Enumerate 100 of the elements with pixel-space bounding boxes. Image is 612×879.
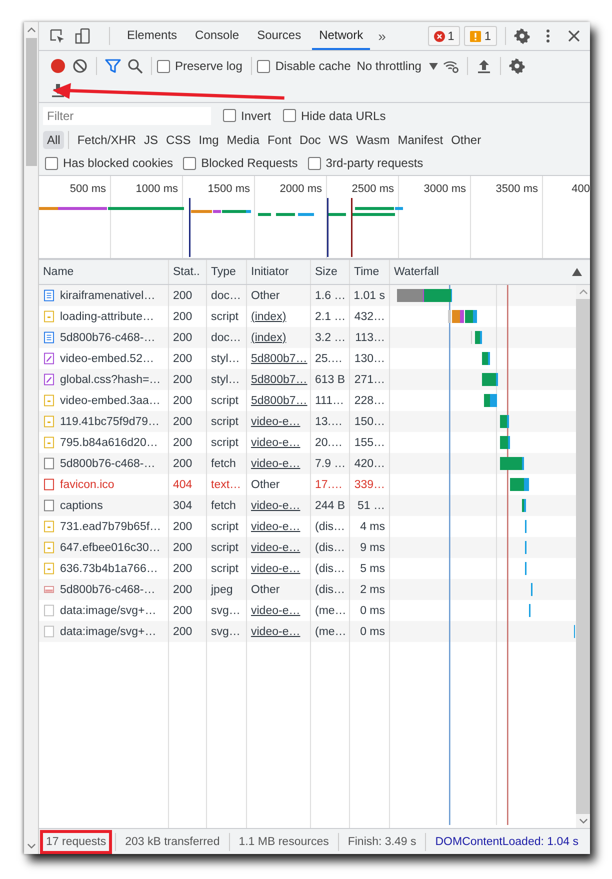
resource-type-filter[interactable]: Media <box>222 130 264 148</box>
panel-tab[interactable]: Sources <box>250 22 308 50</box>
request-name[interactable]: 795.b84a616d20… <box>60 436 158 448</box>
initiator-link[interactable]: 5d800b7… <box>251 394 308 406</box>
column-header[interactable]: Initiator <box>251 266 289 278</box>
size: 13.… <box>315 416 342 428</box>
sort-icon[interactable] <box>572 268 582 276</box>
request-name[interactable]: data:image/svg+… <box>60 604 156 616</box>
checkbox-label[interactable]: 3rd-party requests <box>326 156 424 170</box>
page-scrollbar[interactable] <box>24 22 39 854</box>
close-icon[interactable] <box>566 28 582 44</box>
resource-type-filter[interactable]: All <box>43 130 64 148</box>
request-name[interactable]: 636.73b4b1a766… <box>60 562 158 574</box>
record-icon[interactable] <box>50 58 66 74</box>
initiator-link[interactable]: video-e… <box>251 436 300 448</box>
resource-type-filter[interactable]: Font <box>263 130 296 148</box>
request-name[interactable]: 5d800b76-c468-… <box>60 584 156 596</box>
panel-tab[interactable]: Console <box>188 22 246 50</box>
error-count-button[interactable]: 1 <box>428 26 460 46</box>
dom-content-loaded-time: DOMContentLoaded: 1.04 s <box>434 834 580 850</box>
filter-field[interactable]: Filter <box>43 106 211 124</box>
status-code: 200 <box>173 562 192 574</box>
initiator-link[interactable]: video-e… <box>251 520 300 532</box>
checkbox-label[interactable]: Hide data URLs <box>301 108 386 122</box>
time: 150… <box>354 416 385 428</box>
request-name[interactable]: favicon.ico <box>60 478 114 490</box>
scrollbar-thumb[interactable] <box>26 38 36 166</box>
warning-count-button[interactable]: 1 <box>464 26 497 46</box>
checkbox-label[interactable]: Disable cache <box>275 59 351 73</box>
checkbox[interactable] <box>223 109 236 122</box>
scroll-up-icon[interactable] <box>578 289 588 295</box>
request-name[interactable]: captions <box>60 500 103 512</box>
resource-type-filter[interactable]: Fetch/XHR <box>73 130 140 148</box>
throttling-dropdown[interactable]: No throttling <box>354 59 440 73</box>
request-name[interactable]: global.css?hash=… <box>60 374 161 386</box>
request-name[interactable]: data:image/svg+… <box>60 626 156 638</box>
settings-icon[interactable] <box>509 58 526 74</box>
upload-icon[interactable] <box>476 58 492 74</box>
initiator-link[interactable]: video-e… <box>251 604 300 616</box>
checkbox-label[interactable]: Has blocked cookies <box>63 156 174 170</box>
scroll-down-icon[interactable] <box>26 843 36 849</box>
scroll-up-icon[interactable] <box>26 27 36 33</box>
status-code: 200 <box>173 626 192 638</box>
scroll-down-icon[interactable] <box>578 818 588 824</box>
settings-icon[interactable] <box>514 28 530 44</box>
initiator-link[interactable]: video-e… <box>251 458 300 470</box>
resource-type-filter[interactable]: JS <box>140 130 162 148</box>
stylesheet-icon <box>43 352 55 365</box>
panel-tab[interactable]: Elements <box>120 22 184 50</box>
checkbox-label[interactable]: Preserve log <box>175 59 242 73</box>
device-icon[interactable] <box>75 28 91 44</box>
inspect-icon[interactable] <box>49 28 65 44</box>
clear-icon[interactable] <box>72 58 88 74</box>
request-name[interactable]: 731.ead7b79b65f… <box>60 520 162 532</box>
filter-icon[interactable] <box>105 58 121 74</box>
search-icon[interactable] <box>127 58 143 74</box>
resource-type-filter[interactable]: Other <box>447 130 486 148</box>
initiator-link[interactable]: 5d800b7… <box>251 352 308 364</box>
request-name[interactable]: 647.efbee016c30… <box>60 542 160 554</box>
status-code: 200 <box>173 604 192 616</box>
request-name[interactable]: 119.41bc75f9d79… <box>60 416 160 428</box>
time-tick-label: 500 ms <box>70 183 106 195</box>
resource-type-filter[interactable]: WS <box>324 130 352 148</box>
initiator-link[interactable]: video-e… <box>251 500 300 512</box>
resource-type-filter[interactable]: Img <box>194 130 223 148</box>
checkbox[interactable] <box>45 156 58 170</box>
column-header[interactable]: Waterfall <box>394 266 439 278</box>
request-name[interactable]: video-embed.3aa… <box>60 394 160 406</box>
initiator-link[interactable]: video-e… <box>251 416 300 428</box>
checkbox-label[interactable]: Invert <box>241 108 272 122</box>
initiator-link[interactable]: video-e… <box>251 542 300 554</box>
request-name[interactable]: kiraiframenativel… <box>60 290 156 302</box>
request-name[interactable]: 5d800b76-c468-… <box>60 332 156 344</box>
checkbox[interactable] <box>257 60 270 72</box>
initiator-link[interactable]: video-e… <box>251 562 300 574</box>
initiator-link[interactable]: (index) <box>251 332 286 344</box>
request-name[interactable]: video-embed.52… <box>60 352 154 364</box>
resource-type-filter[interactable]: Manifest <box>394 130 448 148</box>
checkbox[interactable] <box>308 156 321 170</box>
resource-type-filter[interactable]: Doc <box>295 130 325 148</box>
checkbox[interactable] <box>157 60 170 72</box>
size: 613 B <box>315 374 346 386</box>
initiator-link[interactable]: 5d800b7… <box>251 374 308 386</box>
column-header[interactable]: Time <box>354 266 380 278</box>
checkbox[interactable] <box>283 109 296 122</box>
column-header[interactable]: Size <box>315 266 338 278</box>
panel-tab[interactable]: Network <box>312 22 370 50</box>
initiator-link[interactable]: (index) <box>251 310 286 322</box>
request-name[interactable]: loading-attribute… <box>60 310 154 322</box>
more-tabs-button[interactable]: » <box>372 28 392 44</box>
checkbox-label[interactable]: Blocked Requests <box>201 156 298 170</box>
resource-type-filter[interactable]: CSS <box>162 130 195 148</box>
column-header[interactable]: Stat.. <box>173 266 200 278</box>
initiator-link[interactable]: video-e… <box>251 626 300 638</box>
request-name[interactable]: 5d800b76-c468-… <box>60 458 156 470</box>
column-header[interactable]: Type <box>211 266 236 278</box>
status-code: 200 <box>173 332 192 344</box>
checkbox[interactable] <box>183 156 196 170</box>
column-header[interactable]: Name <box>43 266 74 278</box>
resource-type-filter[interactable]: Wasm <box>352 130 394 148</box>
